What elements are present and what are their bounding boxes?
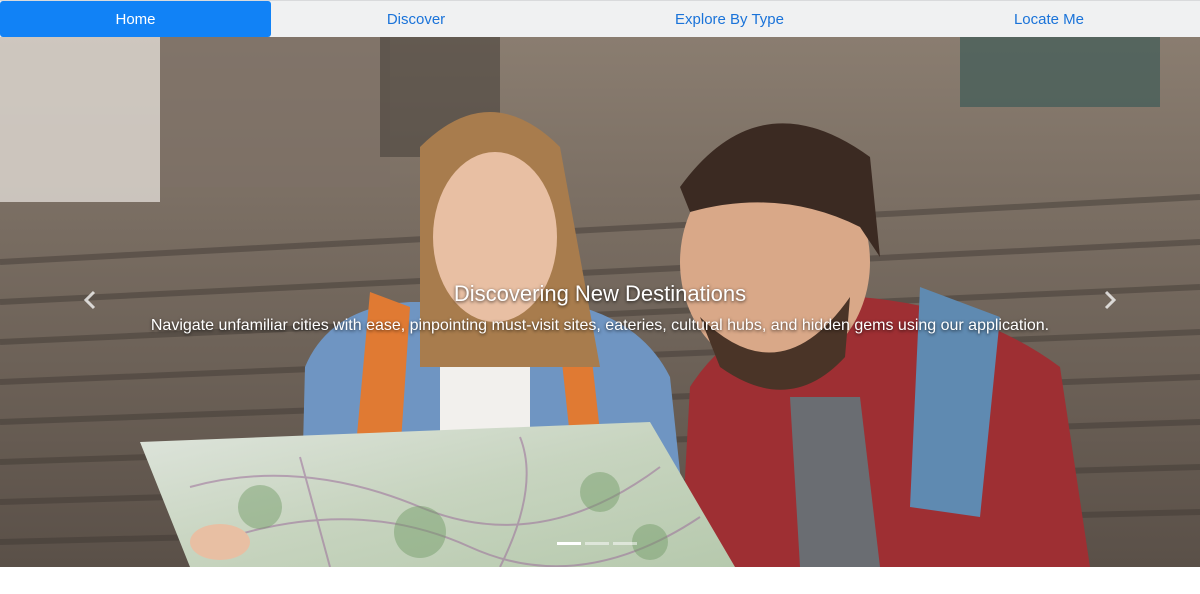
indicator-3[interactable] [613, 542, 637, 545]
nav-locate-me[interactable]: Locate Me [898, 1, 1200, 37]
indicator-2[interactable] [585, 542, 609, 545]
nav-explore-by-type[interactable]: Explore By Type [561, 1, 898, 37]
carousel-indicators [557, 542, 637, 545]
hero-carousel: Discovering New Destinations Navigate un… [0, 37, 1200, 567]
slide-title: Discovering New Destinations [453, 281, 747, 306]
slide-description: Navigate unfamiliar cities with ease, pi… [150, 317, 1050, 334]
indicator-1[interactable] [557, 542, 581, 545]
nav-home[interactable]: Home [0, 1, 271, 37]
nav-discover[interactable]: Discover [271, 1, 561, 37]
top-nav: Home Discover Explore By Type Locate Me [0, 0, 1200, 37]
